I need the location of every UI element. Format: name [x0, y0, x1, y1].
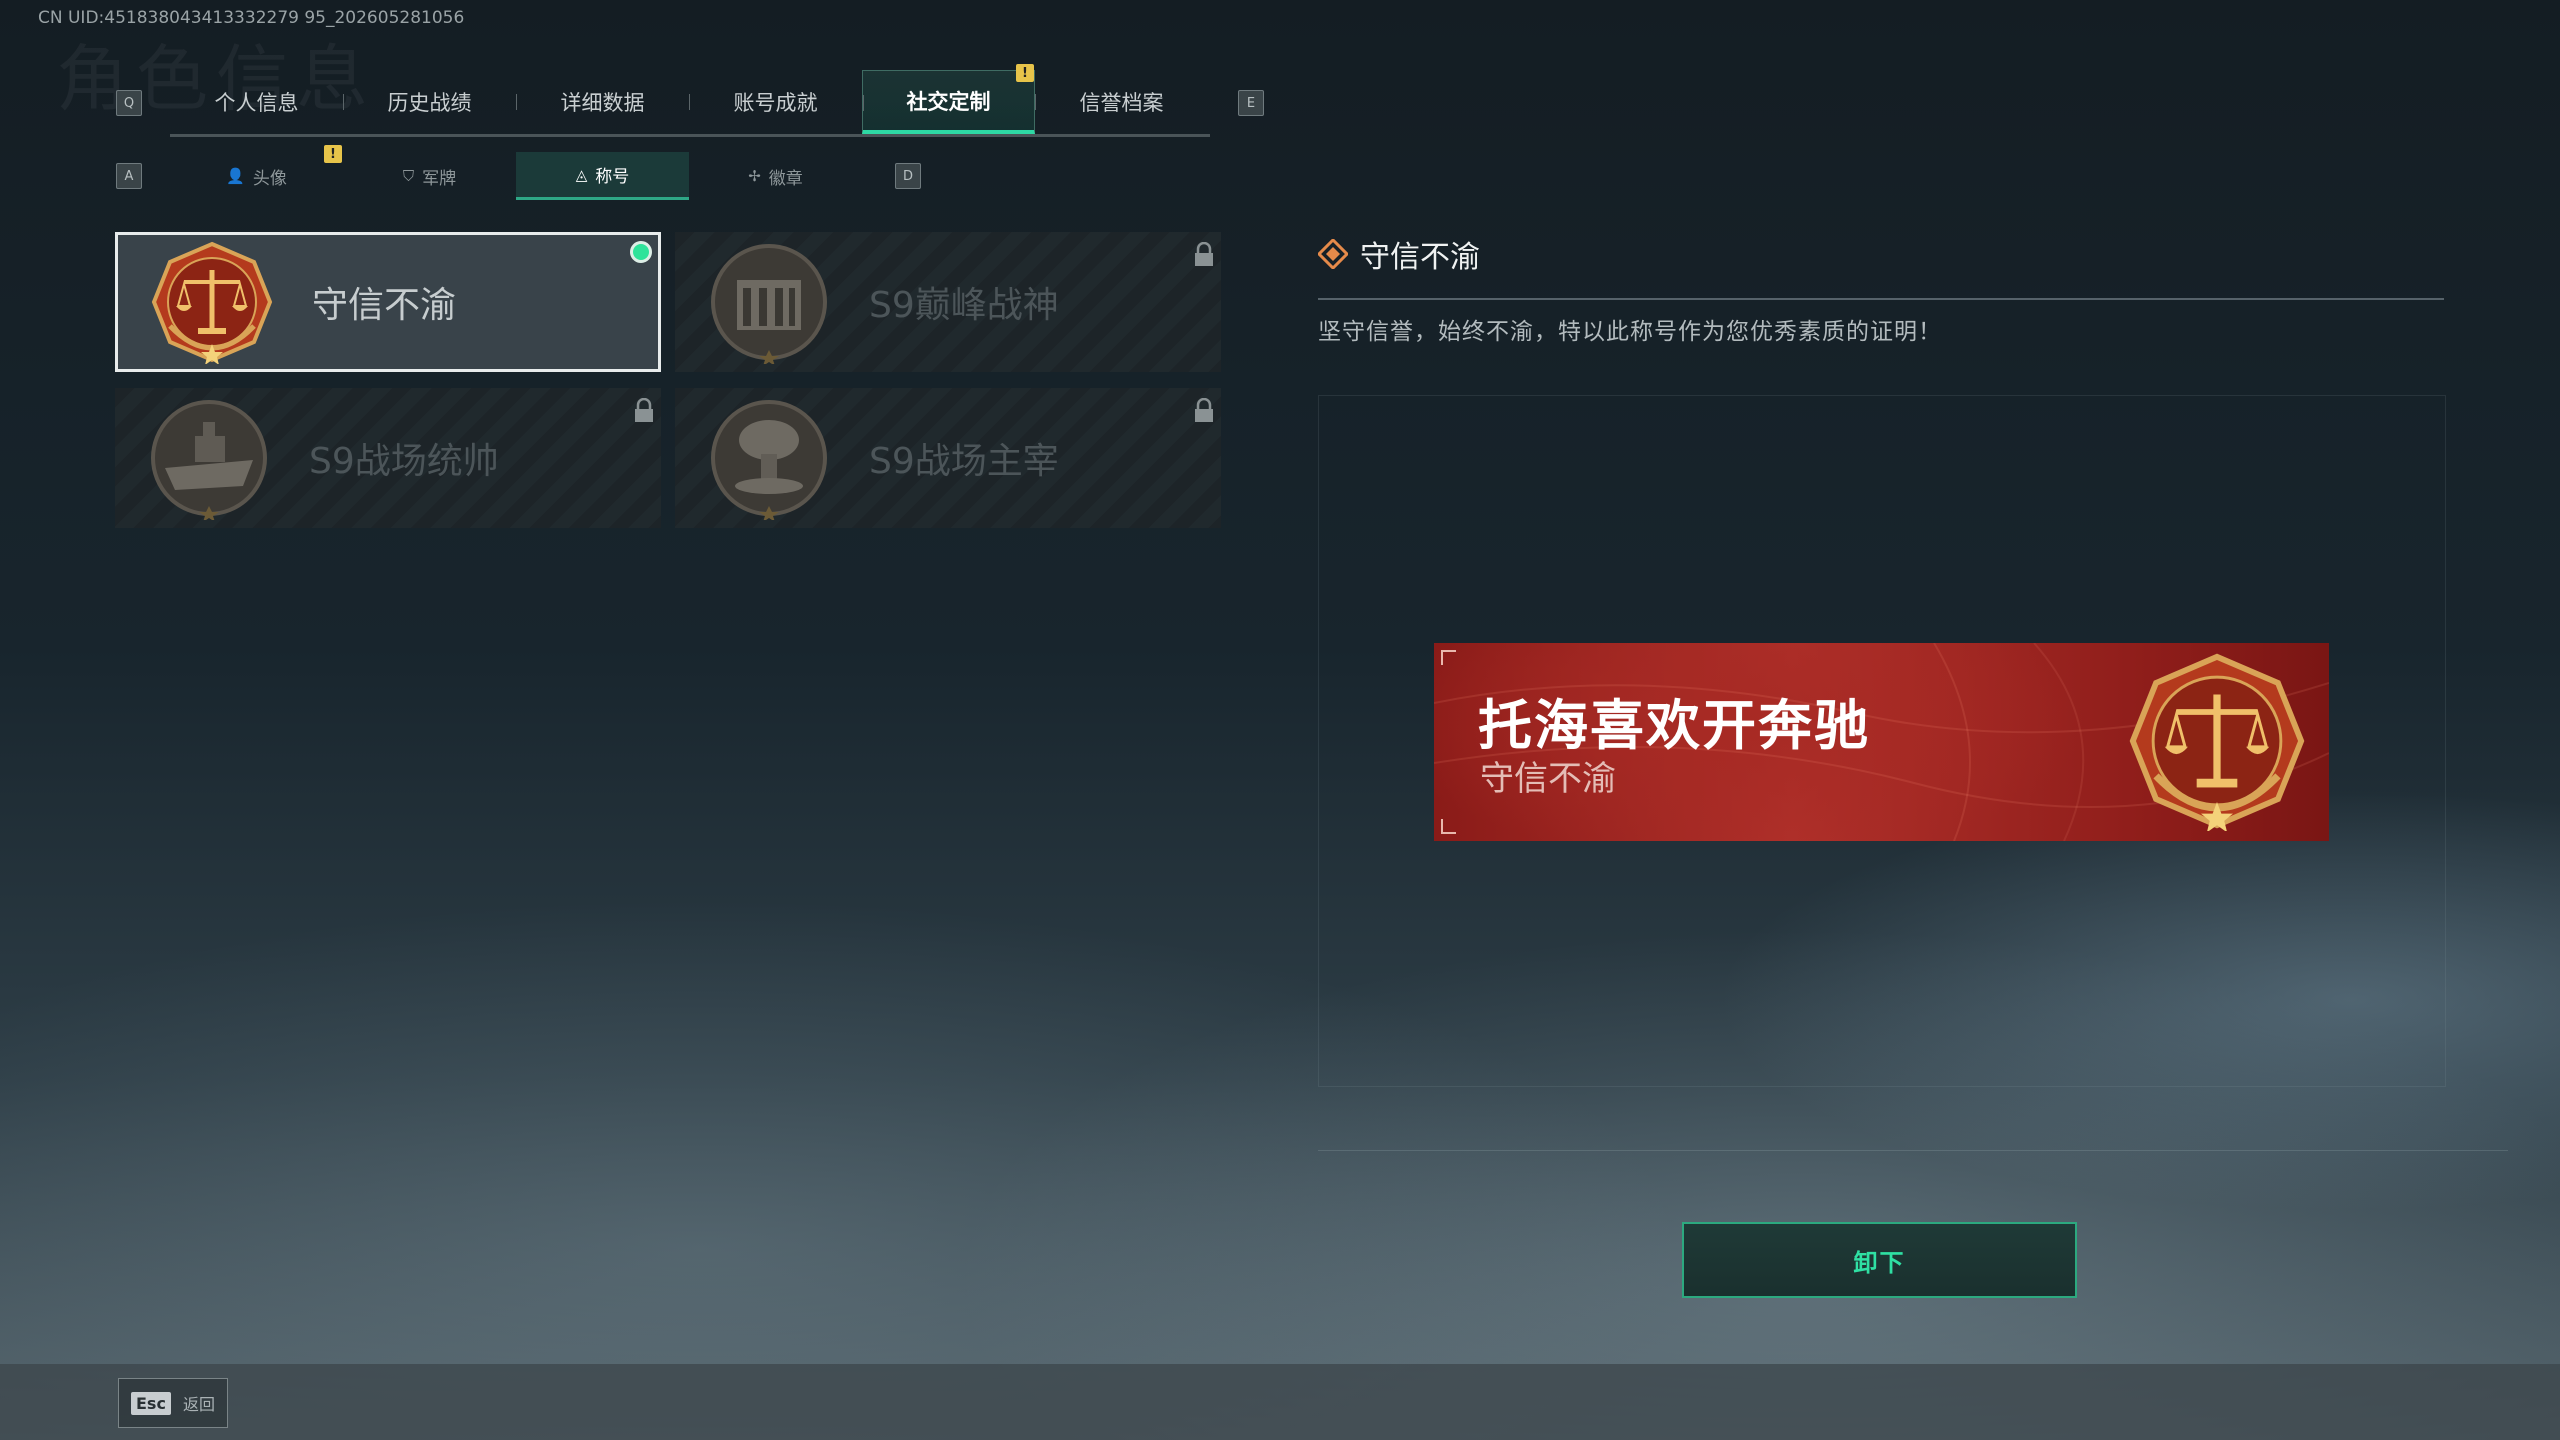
prev-tab-key[interactable]: Q [116, 90, 142, 116]
building-medal-icon [711, 244, 827, 364]
tab-detailed-data[interactable]: 详细数据 [516, 70, 689, 134]
back-label: 返回 [182, 1395, 215, 1414]
footer-bar [0, 1364, 2560, 1440]
banner-player-name: 托海喜欢开奔驰 [1478, 694, 1870, 757]
title-banner-preview: 托海喜欢开奔驰 守信不渝 [1434, 643, 2329, 841]
notification-badge: ! [1016, 64, 1034, 82]
title-card-name: S9巅峰战神 [869, 285, 1059, 326]
title-card-s9-dominator[interactable]: S9战场主宰 [675, 388, 1221, 528]
lock-icon [1195, 398, 1213, 422]
mushroom-cloud-medal-icon [711, 400, 827, 520]
scales-medal-icon [150, 240, 274, 364]
main-tab-bar: 个人信息 历史战绩 详细数据 账号成就 社交定制 信誉档案 [170, 70, 1210, 137]
detail-description: 坚守信誉，始终不渝，特以此称号作为您优秀素质的证明！ [1318, 319, 1942, 345]
person-icon: 👤 [226, 167, 245, 185]
title-card-name: S9战场主宰 [869, 441, 1059, 482]
avatar-notification-badge: ! [324, 145, 342, 163]
tab-social-custom[interactable]: 社交定制 [862, 70, 1035, 134]
esc-key: Esc [131, 1391, 171, 1415]
scales-medal-icon [2127, 651, 2307, 831]
lock-icon [635, 398, 653, 422]
detail-title-text: 守信不渝 [1360, 240, 1480, 275]
subtab-emblem-label: 徽章 [768, 168, 803, 189]
divider [1318, 1150, 2508, 1151]
emblem-icon: ✢ [748, 167, 761, 185]
tab-match-history[interactable]: 历史战绩 [343, 70, 516, 134]
next-tab-key[interactable]: E [1238, 90, 1264, 116]
tab-achievements[interactable]: 账号成就 [689, 70, 862, 134]
diamond-icon [1318, 239, 1348, 269]
subtab-title-label: 称号 [595, 167, 630, 187]
detail-title: 守信不渝 [1318, 232, 1480, 276]
sub-tab-bar: 👤 头像 ⛉ 军牌 ◬ 称号 ✢ 徽章 [170, 152, 870, 200]
next-subtab-key[interactable]: D [895, 163, 921, 189]
subtab-avatar-label: 头像 [252, 168, 287, 189]
title-card-name: S9战场统帅 [309, 441, 499, 482]
prev-subtab-key[interactable]: A [116, 163, 142, 189]
equipped-indicator [630, 241, 652, 263]
title-icon: ◬ [575, 165, 588, 184]
lock-icon [1195, 242, 1213, 266]
unequip-button[interactable]: 卸下 [1682, 1222, 2077, 1298]
subtab-title[interactable]: ◬ 称号 [516, 152, 689, 200]
subtab-dogtag[interactable]: ⛉ 军牌 [343, 152, 516, 200]
back-button[interactable]: Esc 返回 [118, 1378, 228, 1428]
battleship-medal-icon [151, 400, 267, 520]
tab-personal-info[interactable]: 个人信息 [170, 70, 343, 134]
title-card-s9-peak[interactable]: S9巅峰战神 [675, 232, 1221, 372]
divider [1318, 298, 2444, 300]
banner-title: 守信不渝 [1480, 759, 1616, 799]
subtab-emblem[interactable]: ✢ 徽章 [689, 152, 862, 200]
tab-credit-record[interactable]: 信誉档案 [1035, 70, 1208, 134]
title-card-trustworthy[interactable]: 守信不渝 [115, 232, 661, 372]
title-card-s9-commander[interactable]: S9战场统帅 [115, 388, 661, 528]
dogtag-icon: ⛉ [402, 167, 415, 185]
title-card-name: 守信不渝 [312, 285, 457, 326]
subtab-avatar[interactable]: 👤 头像 [170, 152, 343, 200]
subtab-dogtag-label: 军牌 [422, 168, 457, 189]
